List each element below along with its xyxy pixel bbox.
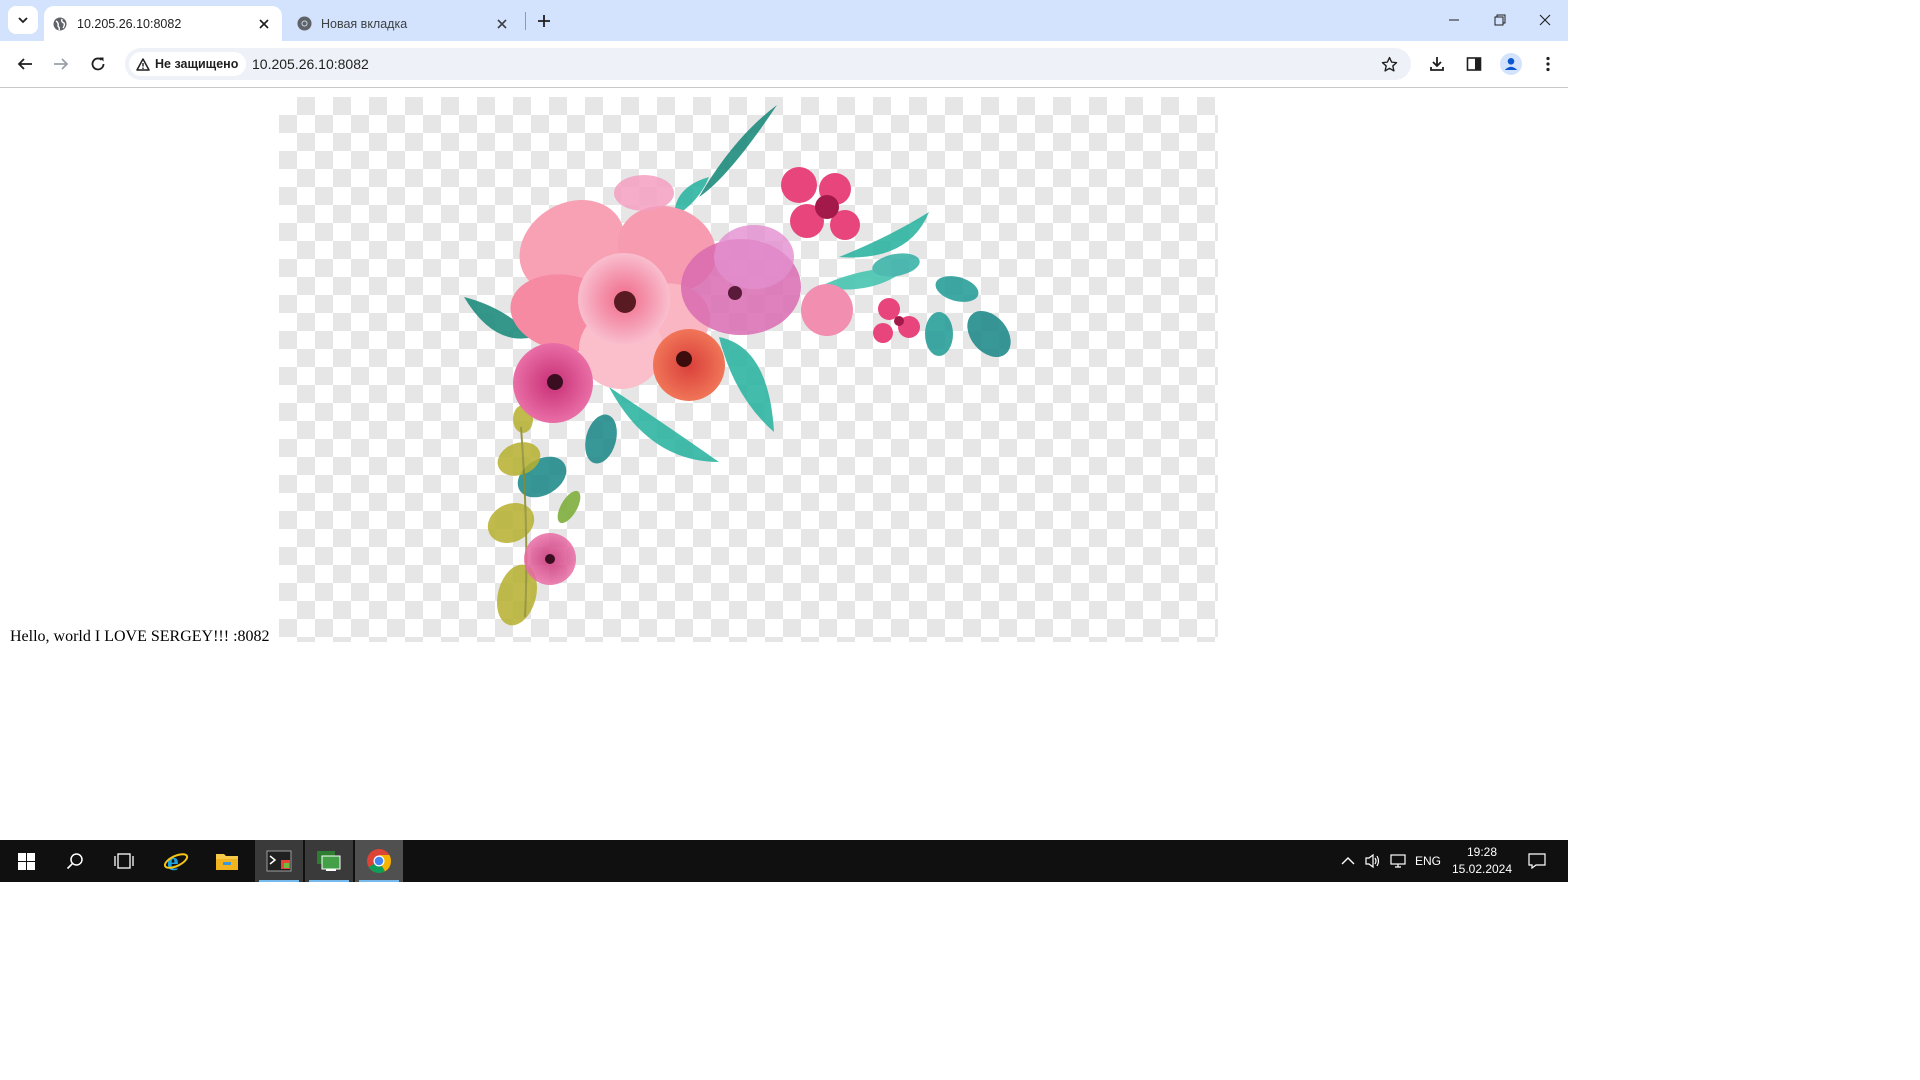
taskbar-app-explorer[interactable] [203,840,251,882]
task-view-button[interactable] [100,840,148,882]
tab-active[interactable]: 10.205.26.10:8082 [44,6,282,41]
reload-button[interactable] [83,49,113,79]
browser-toolbar: Не защищено 10.205.26.10:8082 [0,41,1568,88]
search-icon [66,853,83,870]
taskbar-search-button[interactable] [51,840,99,882]
tab-separator [525,12,526,30]
taskbar-app-remote[interactable] [305,840,353,882]
volume-icon [1365,853,1380,869]
tab-title: Новая вкладка [321,16,408,31]
security-chip[interactable]: Не защищено [129,52,247,76]
chevron-up-icon [1341,857,1355,865]
download-icon [1430,57,1444,71]
url-text[interactable]: 10.205.26.10:8082 [252,56,369,72]
minimize-button[interactable] [1431,0,1477,40]
plus-icon [538,15,550,27]
restore-button[interactable] [1477,0,1523,40]
close-icon [1539,14,1551,26]
arrow-right-icon [54,58,69,70]
network-icon [1390,854,1406,868]
warning-icon [136,57,150,71]
internet-explorer-icon: e [163,848,189,874]
new-tab-button[interactable] [533,10,555,32]
clock-time: 19:28 [1466,845,1498,859]
active-indicator [359,880,399,882]
bookmark-button[interactable] [1379,54,1399,74]
reload-icon [91,57,105,71]
hello-text: Hello, world I LOVE SERGEY!!! :8082 [10,628,270,645]
forward-button[interactable] [46,49,76,79]
chevron-down-icon [18,17,28,24]
clock-date: 15.02.2024 [1451,862,1513,876]
clock[interactable]: 19:28 15.02.2024 [1446,844,1518,878]
close-window-button[interactable] [1522,0,1568,40]
profile-button[interactable] [1496,49,1526,79]
flower-bouquet-image [279,97,1218,642]
arrow-left-icon [17,58,32,70]
svg-text:e: e [167,848,179,874]
tab-close-icon[interactable] [256,16,272,32]
action-center-button[interactable] [1522,840,1552,882]
taskbar-app-ie[interactable]: e [152,840,200,882]
active-indicator [309,880,349,882]
terminal-app-icon [266,850,292,872]
more-vert-icon [1546,56,1550,72]
task-view-icon [114,853,134,869]
address-bar[interactable]: Не защищено 10.205.26.10:8082 [125,48,1411,80]
back-button[interactable] [10,49,40,79]
notification-icon [1528,853,1546,869]
chrome-icon [367,849,391,874]
start-button[interactable] [2,840,50,882]
tab-search-button[interactable] [8,6,38,34]
tab-title: 10.205.26.10:8082 [77,16,182,31]
restore-icon [1494,14,1506,26]
menu-button[interactable] [1533,49,1563,79]
remote-desktop-icon [317,851,341,871]
side-panel-icon [1466,57,1482,71]
network-button[interactable] [1386,840,1410,882]
volume-button[interactable] [1361,840,1385,882]
side-panel-button[interactable] [1459,49,1489,79]
star-icon [1381,56,1397,72]
chrome-icon [296,16,312,32]
avatar-icon [1500,53,1522,75]
active-indicator [259,880,299,882]
windows-taskbar: e ENG 19:28 15.02.2024 [0,840,1568,882]
tray-overflow-button[interactable] [1336,840,1360,882]
start-icon [17,852,35,870]
file-explorer-icon [216,854,238,870]
security-label: Не защищено [155,57,239,71]
downloads-button[interactable] [1422,49,1452,79]
taskbar-app-chrome[interactable] [355,840,403,882]
language-indicator[interactable]: ENG [1410,840,1446,882]
globe-icon [52,16,68,32]
tab-close-icon[interactable] [494,16,510,32]
page-viewport: Hello, world I LOVE SERGEY!!! :8082 [0,88,1568,840]
taskbar-app-terminal[interactable] [255,840,303,882]
tab-strip: 10.205.26.10:8082 Новая вкладка [0,0,1568,41]
watercolor-flowers [464,105,1011,626]
tab-inactive[interactable]: Новая вкладка [288,6,520,41]
minimize-icon [1449,19,1459,21]
